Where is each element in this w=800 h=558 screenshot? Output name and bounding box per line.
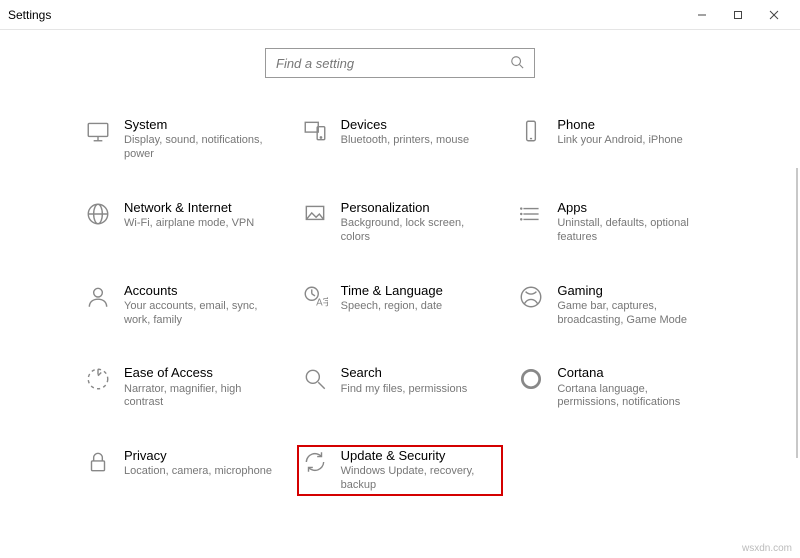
globe-icon — [84, 200, 112, 228]
category-label: Devices — [341, 117, 469, 133]
scrollbar[interactable] — [796, 168, 798, 458]
category-label: Network & Internet — [124, 200, 254, 216]
devices-icon — [301, 117, 329, 145]
category-apps[interactable]: Apps Uninstall, defaults, optional featu… — [513, 197, 720, 248]
person-icon — [84, 283, 112, 311]
paint-icon — [301, 200, 329, 228]
content-area: Find a setting System Display, sound, no… — [0, 48, 800, 558]
search-input[interactable]: Find a setting — [265, 48, 535, 78]
category-update-security[interactable]: Update & Security Windows Update, recove… — [297, 445, 504, 496]
lock-icon — [84, 448, 112, 476]
magnifier-icon — [301, 365, 329, 393]
category-desc: Location, camera, microphone — [124, 465, 272, 479]
category-devices[interactable]: Devices Bluetooth, printers, mouse — [297, 114, 504, 165]
category-label: Privacy — [124, 448, 272, 464]
category-desc: Game bar, captures, broadcasting, Game M… — [557, 300, 707, 328]
minimize-button[interactable] — [684, 0, 720, 30]
category-desc: Your accounts, email, sync, work, family — [124, 300, 274, 328]
search-placeholder: Find a setting — [276, 56, 510, 71]
category-label: Personalization — [341, 200, 491, 216]
category-label: Time & Language — [341, 283, 443, 299]
apps-icon — [517, 200, 545, 228]
category-desc: Speech, region, date — [341, 300, 443, 314]
update-icon — [301, 448, 329, 476]
category-search[interactable]: Search Find my files, permissions — [297, 362, 504, 413]
category-desc: Uninstall, defaults, optional features — [557, 217, 707, 245]
category-phone[interactable]: Phone Link your Android, iPhone — [513, 114, 720, 165]
category-label: Gaming — [557, 283, 707, 299]
category-desc: Find my files, permissions — [341, 383, 468, 397]
category-label: Phone — [557, 117, 682, 133]
category-desc: Link your Android, iPhone — [557, 134, 682, 148]
category-label: System — [124, 117, 274, 133]
settings-grid: System Display, sound, notifications, po… — [80, 114, 720, 496]
category-personalization[interactable]: Personalization Background, lock screen,… — [297, 197, 504, 248]
category-desc: Display, sound, notifications, power — [124, 134, 274, 162]
category-time-language[interactable]: A字 Time & Language Speech, region, date — [297, 280, 504, 331]
category-gaming[interactable]: Gaming Game bar, captures, broadcasting,… — [513, 280, 720, 331]
category-desc: Wi-Fi, airplane mode, VPN — [124, 217, 254, 231]
category-label: Apps — [557, 200, 707, 216]
cortana-icon — [517, 365, 545, 393]
category-system[interactable]: System Display, sound, notifications, po… — [80, 114, 287, 165]
category-label: Cortana — [557, 365, 707, 381]
watermark-text: wsxdn.com — [742, 543, 792, 554]
category-label: Search — [341, 365, 468, 381]
phone-icon — [517, 117, 545, 145]
ease-access-icon — [84, 365, 112, 393]
category-desc: Bluetooth, printers, mouse — [341, 134, 469, 148]
window-titlebar: Settings — [0, 0, 800, 30]
category-desc: Background, lock screen, colors — [341, 217, 491, 245]
category-desc: Cortana language, permissions, notificat… — [557, 383, 707, 411]
time-language-icon: A字 — [301, 283, 329, 311]
category-network[interactable]: Network & Internet Wi-Fi, airplane mode,… — [80, 197, 287, 248]
display-icon — [84, 117, 112, 145]
search-icon — [510, 55, 524, 72]
category-desc: Narrator, magnifier, high contrast — [124, 383, 274, 411]
category-privacy[interactable]: Privacy Location, camera, microphone — [80, 445, 287, 496]
category-cortana[interactable]: Cortana Cortana language, permissions, n… — [513, 362, 720, 413]
category-label: Update & Security — [341, 448, 491, 464]
category-desc: Windows Update, recovery, backup — [341, 465, 491, 493]
svg-text:A字: A字 — [316, 295, 328, 308]
close-button[interactable] — [756, 0, 792, 30]
category-label: Accounts — [124, 283, 274, 299]
maximize-button[interactable] — [720, 0, 756, 30]
category-ease-of-access[interactable]: Ease of Access Narrator, magnifier, high… — [80, 362, 287, 413]
xbox-icon — [517, 283, 545, 311]
window-title: Settings — [8, 8, 684, 22]
window-controls — [684, 0, 792, 30]
category-accounts[interactable]: Accounts Your accounts, email, sync, wor… — [80, 280, 287, 331]
category-label: Ease of Access — [124, 365, 274, 381]
